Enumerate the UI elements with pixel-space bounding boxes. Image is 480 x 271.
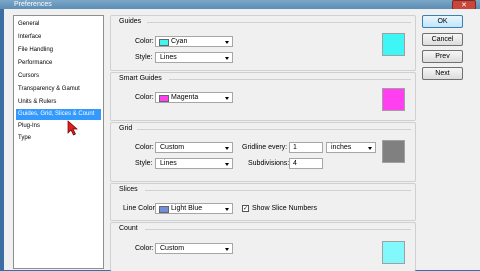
ok-button[interactable]: OK [422, 15, 463, 28]
grid-group: Grid Color: Custom Style: Lines Gridline… [110, 122, 416, 182]
guides-color-chip [159, 39, 169, 46]
window-title: Preferences [14, 1, 52, 8]
subdivisions-label: Subdivisions: [248, 160, 290, 167]
slices-title: Slices [119, 186, 138, 193]
guides-style-label: Style: [135, 54, 153, 61]
guides-color-label: Color: [135, 38, 154, 45]
gridline-unit-select[interactable]: inches [326, 142, 376, 153]
grid-style-label: Style: [135, 160, 153, 167]
sidebar-item-performance[interactable]: Performance [16, 58, 101, 69]
slice-line-color-chip [159, 206, 169, 213]
guides-color-swatch[interactable] [382, 33, 405, 56]
sidebar-item-general[interactable]: General [16, 19, 101, 30]
guides-style-select[interactable]: Lines [155, 52, 233, 63]
slice-line-color-value: Light Blue [171, 205, 203, 212]
next-button[interactable]: Next [422, 67, 463, 80]
count-title: Count [119, 225, 138, 232]
guides-title: Guides [119, 18, 142, 25]
subdivisions-input[interactable]: 4 [289, 158, 323, 169]
chevron-down-icon [368, 147, 372, 150]
category-list[interactable]: General Interface File Handling Performa… [13, 15, 104, 269]
grid-style-value: Lines [160, 160, 177, 167]
guides-group: Guides Color: Cyan Style: Lines [110, 15, 416, 71]
chevron-down-icon [225, 41, 229, 44]
chevron-down-icon [225, 97, 229, 100]
chevron-down-icon [225, 248, 229, 251]
grid-color-label: Color: [135, 144, 154, 151]
grid-divider [137, 129, 411, 130]
sidebar-item-cursors[interactable]: Cursors [16, 71, 101, 82]
slice-line-color-label: Line Color: [123, 205, 157, 212]
smart-guides-color-value: Magenta [171, 94, 199, 101]
grid-title: Grid [119, 125, 133, 132]
count-color-label: Color: [135, 245, 154, 252]
chevron-down-icon [225, 147, 229, 150]
title-bar: Preferences ✕ [0, 0, 480, 10]
guides-divider [147, 22, 411, 23]
guides-color-select[interactable]: Cyan [155, 36, 233, 47]
slice-line-color-select[interactable]: Light Blue [155, 203, 233, 214]
gridline-every-input[interactable]: 1 [289, 142, 323, 153]
smart-guides-color-label: Color: [135, 94, 154, 101]
count-divider [145, 229, 411, 230]
count-group: Count Color: Custom [110, 222, 416, 271]
gridline-every-label: Gridline every: [242, 144, 288, 151]
count-color-swatch[interactable] [382, 241, 405, 264]
slices-group: Slices Line Color: Light Blue ✓ Show Sli… [110, 183, 416, 221]
slices-divider [145, 190, 411, 191]
gridline-unit-value: inches [331, 144, 352, 151]
chevron-down-icon [225, 57, 229, 60]
guides-color-value: Cyan [171, 38, 188, 45]
sidebar-item-file-handling[interactable]: File Handling [16, 45, 101, 56]
chevron-down-icon [225, 163, 229, 166]
smart-guides-group: Smart Guides Color: Magenta [110, 72, 416, 121]
sidebar-item-transparency[interactable]: Transparency & Gamut [16, 84, 101, 95]
sidebar-item-guides-grid[interactable]: Guides, Grid, Slices & Count [16, 109, 101, 120]
show-slice-numbers-checkbox[interactable]: ✓ [242, 205, 249, 212]
cancel-button[interactable]: Cancel [422, 33, 463, 46]
sidebar-item-plugins[interactable]: Plug-Ins [16, 121, 101, 132]
count-color-value: Custom [160, 245, 185, 252]
smart-guides-color-chip [159, 95, 169, 102]
grid-style-select[interactable]: Lines [155, 158, 233, 169]
sidebar-item-type[interactable]: Type [16, 133, 101, 144]
grid-color-swatch[interactable] [382, 140, 405, 163]
mouse-pointer-icon [67, 120, 78, 136]
smart-guides-title: Smart Guides [119, 75, 162, 82]
smart-guides-color-select[interactable]: Magenta [155, 92, 233, 103]
grid-color-select[interactable]: Custom [155, 142, 233, 153]
chevron-down-icon [225, 208, 229, 211]
smart-guides-color-swatch[interactable] [382, 88, 405, 111]
preferences-window: General Interface File Handling Performa… [4, 9, 480, 271]
sidebar-item-units-rulers[interactable]: Units & Rulers [16, 97, 101, 108]
prev-button[interactable]: Prev [422, 50, 463, 63]
count-color-select[interactable]: Custom [155, 243, 233, 254]
guides-style-value: Lines [160, 54, 177, 61]
grid-color-value: Custom [160, 144, 185, 151]
sidebar-item-interface[interactable]: Interface [16, 32, 101, 43]
smart-guides-divider [169, 79, 411, 80]
show-slice-numbers-label: Show Slice Numbers [252, 205, 317, 212]
